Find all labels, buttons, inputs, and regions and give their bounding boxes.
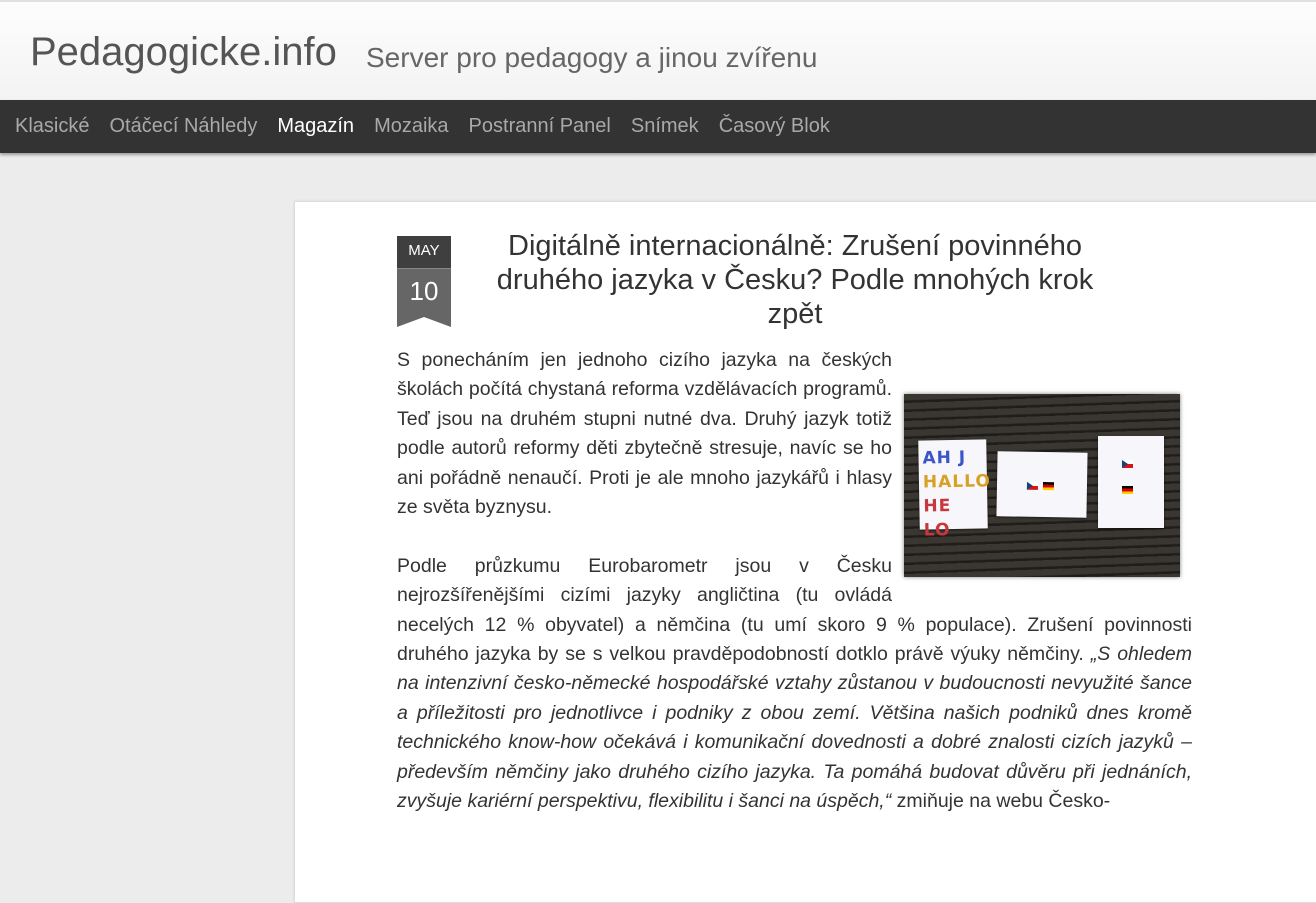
german-flag-icon (1122, 486, 1133, 494)
site-header: Pedagogicke.info Server pro pedagogy a j… (0, 2, 1316, 100)
post-paragraph-2: Podle průzkumu Eurobarometr jsou v Česku… (397, 552, 1192, 817)
post-body: AH J HALLO HE LO S ponecháním jen jednoh… (397, 346, 1192, 816)
czech-flag-icon (1122, 460, 1133, 468)
paragraph-2-quote: „S ohledem na intenzivní česko-německé h… (397, 643, 1192, 813)
sign-paper-hello: AH J HALLO HE LO (918, 439, 992, 541)
sign-line-2: HALLO (922, 471, 992, 493)
site-title[interactable]: Pedagogicke.info (30, 30, 337, 74)
nav-item-casovy-blok[interactable]: Časový Blok (709, 100, 840, 153)
main-nav: Klasické Otáčecí Náhledy Magazín Mozaika… (0, 100, 1316, 153)
nav-item-klasicke[interactable]: Klasické (5, 100, 99, 153)
czech-flag-icon (1026, 481, 1039, 490)
site-tagline: Server pro pedagogy a jinou zvířenu (366, 42, 818, 73)
nav-item-otaceci-nahledy[interactable]: Otáčecí Náhledy (99, 100, 267, 153)
date-badge: MAY 10 (397, 236, 451, 327)
date-month: MAY (397, 236, 451, 268)
ribbon-notch (397, 317, 451, 327)
date-day-number: 10 (409, 276, 439, 306)
nav-item-postranni-panel[interactable]: Postranní Panel (459, 100, 621, 153)
sign-paper-flags-2 (1098, 436, 1164, 528)
nav-item-snimek[interactable]: Snímek (621, 100, 709, 153)
nav-item-mozaika[interactable]: Mozaika (364, 100, 458, 153)
paragraph-2-tail: zmiňuje na webu Česko- (891, 790, 1111, 813)
nav-item-magazin[interactable]: Magazín (267, 100, 364, 153)
german-flag-icon (1042, 482, 1055, 491)
sign-line-1: AH J (922, 447, 967, 469)
date-day: 10 (397, 268, 451, 327)
sign-lettering: AH J HALLO HE LO (922, 445, 992, 541)
post-image[interactable]: AH J HALLO HE LO (904, 394, 1180, 577)
sign-line-3: HE LO (923, 496, 952, 541)
post-title[interactable]: Digitálně internacionálně: Zrušení povin… (470, 229, 1120, 331)
sign-paper-flags (996, 451, 1088, 518)
